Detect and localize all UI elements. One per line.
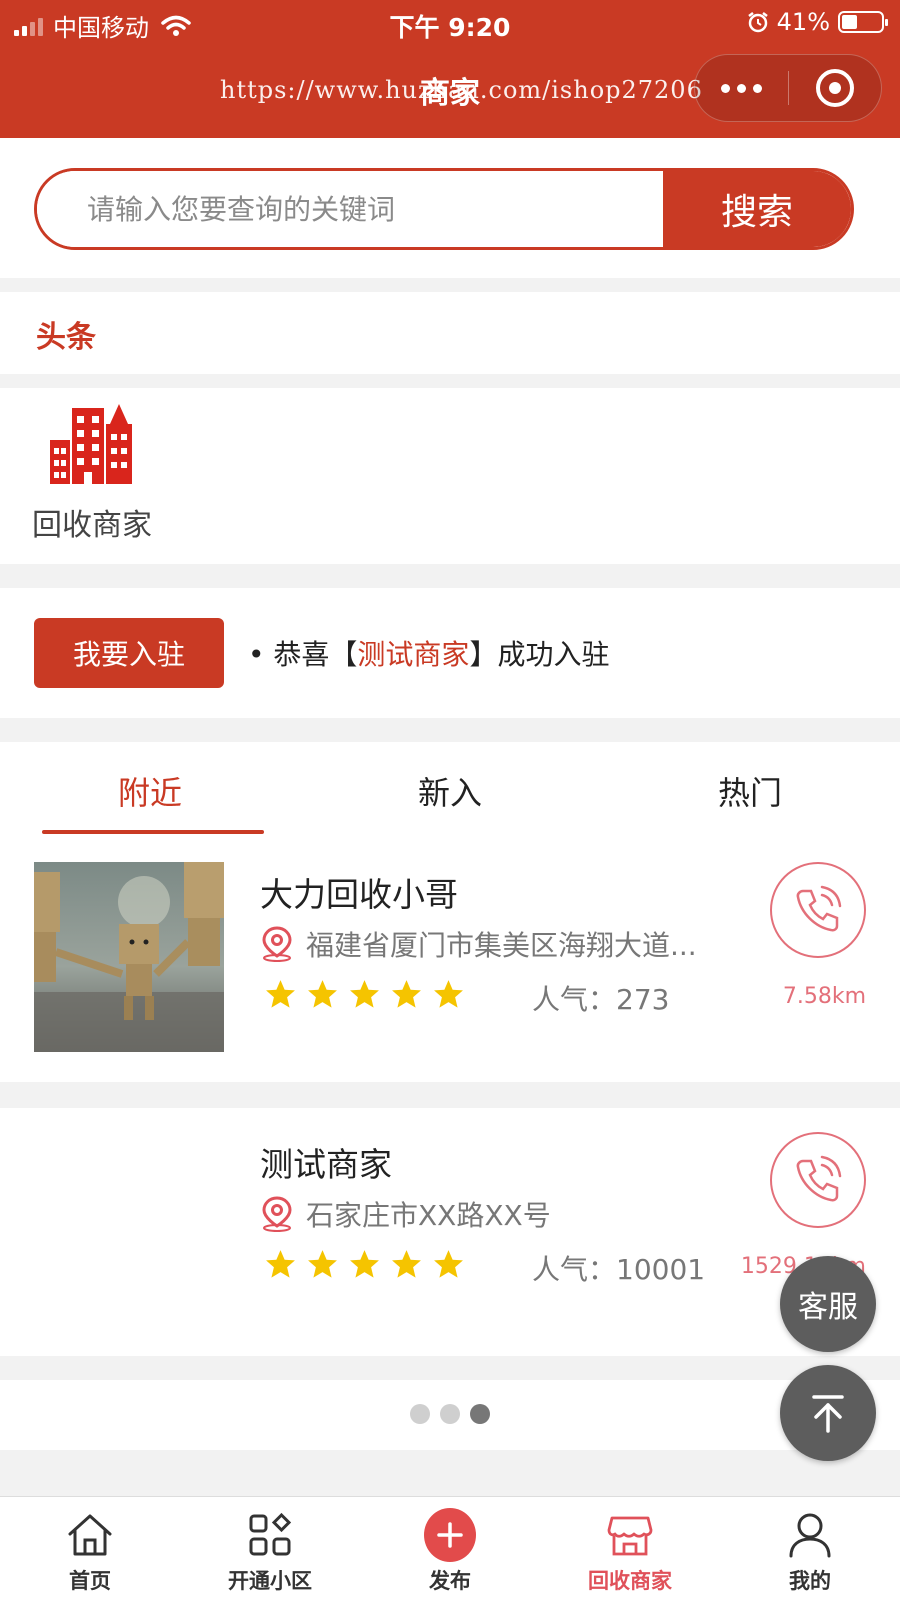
plus-circle-icon (424, 1508, 476, 1562)
merchant-address-row: 石家庄市XX路XX号 (260, 1194, 551, 1234)
merchant-distance: 7.58km (782, 984, 866, 1009)
watermark-text: https://www.huzhan.com/ishop27206 (220, 76, 703, 104)
more-dots-icon[interactable] (695, 83, 788, 93)
merchant-name: 大力回收小哥 (260, 875, 458, 914)
notice-suffix: 】成功入驻 (469, 638, 610, 671)
nav-publish[interactable]: 发布 (360, 1497, 540, 1600)
nav-label: 发布 (429, 1569, 471, 1593)
tab-new[interactable]: 新入 (300, 742, 600, 834)
buildings-icon (50, 404, 132, 484)
back-to-top-icon (812, 1395, 844, 1433)
nav-open-community[interactable]: 开通小区 (180, 1497, 360, 1600)
grid-apps-icon (249, 1512, 292, 1556)
search-box: 搜索 (34, 168, 854, 250)
alarm-icon (747, 12, 768, 33)
star-icon (434, 1250, 463, 1278)
nav-mine[interactable]: 我的 (720, 1497, 900, 1600)
target-circle-icon (815, 69, 854, 107)
bottom-nav: 首页 开通小区 发布 回收商家 我的 (0, 1496, 900, 1600)
star-icon (350, 1250, 379, 1278)
merchant-card[interactable]: 测试商家 石家庄市XX路XX号 人气：10001 1529.15km (0, 1108, 900, 1356)
category-label: 回收商家 (32, 508, 152, 543)
title-bar: 商家 https://www.huzhan.com/ishop27206 (0, 50, 900, 130)
merchant-address: 石家庄市XX路XX号 (306, 1199, 551, 1232)
star-icon (266, 980, 295, 1008)
top-bar: 中国移动 下午 9:20 41% 商家 https://www.huzhan.c… (0, 0, 900, 138)
user-icon (789, 1513, 831, 1558)
nav-label: 我的 (789, 1569, 831, 1593)
nav-label: 开通小区 (228, 1569, 312, 1593)
phone-icon (796, 885, 842, 932)
mini-program-capsule (694, 54, 882, 122)
call-button[interactable] (770, 862, 866, 958)
page-dot-active[interactable] (470, 1404, 490, 1424)
notice-merchant[interactable]: 测试商家 (357, 638, 469, 671)
star-icon (350, 980, 379, 1008)
nav-recycle-merchants[interactable]: 回收商家 (540, 1497, 720, 1600)
notice-text: • 恭喜【测试商家】成功入驻 (248, 633, 609, 673)
notice-prefix: • 恭喜【 (248, 638, 358, 671)
rating-stars (264, 978, 465, 1011)
pagination-dots (0, 1404, 900, 1424)
category-item-recycle-merchants[interactable]: 回收商家 (22, 398, 162, 544)
shop-icon (607, 1516, 653, 1556)
popularity-label: 人气： (532, 983, 617, 1016)
page-dot[interactable] (440, 1404, 460, 1424)
search-section: 搜索 (0, 138, 900, 278)
tab-nearby[interactable]: 附近 (0, 742, 300, 834)
merchant-address: 福建省厦门市集美区海翔大道... (306, 929, 697, 962)
status-bar: 中国移动 下午 9:20 41% (0, 0, 900, 46)
nav-label: 首页 (69, 1569, 111, 1593)
star-icon (308, 980, 337, 1008)
tab-hot[interactable]: 热门 (600, 742, 900, 834)
merchant-tabs: 附近 新入 热门 (0, 742, 900, 834)
merchant-popularity: 人气：10001 (532, 1248, 705, 1288)
location-pin-icon (262, 926, 292, 962)
popularity-label: 人气： (532, 1253, 617, 1286)
back-to-top-button[interactable] (780, 1365, 876, 1461)
popularity-value: 10001 (616, 1253, 706, 1286)
call-button[interactable] (770, 1132, 866, 1228)
headline-title: 头条 (36, 320, 96, 355)
star-icon (434, 980, 463, 1008)
battery-percent: 41% (776, 8, 830, 36)
nav-label: 回收商家 (588, 1569, 672, 1593)
notice-section: 我要入驻 • 恭喜【测试商家】成功入驻 (0, 588, 900, 718)
merchant-popularity: 人气：273 (532, 978, 669, 1018)
nav-home[interactable]: 首页 (0, 1497, 180, 1600)
close-button[interactable] (789, 69, 882, 107)
location-pin-icon (262, 1196, 292, 1232)
headline-section: 头条 (0, 292, 900, 374)
phone-icon (796, 1155, 842, 1202)
merchant-name: 测试商家 (260, 1145, 392, 1184)
merchant-address-row: 福建省厦门市集美区海翔大道... (260, 924, 697, 964)
search-input[interactable] (37, 171, 663, 247)
rating-stars (264, 1248, 465, 1281)
page-dot[interactable] (410, 1404, 430, 1424)
category-section: 回收商家 (0, 388, 900, 564)
home-icon (68, 1514, 112, 1556)
star-icon (266, 1250, 295, 1278)
join-button[interactable]: 我要入驻 (34, 618, 224, 688)
merchant-image (34, 862, 224, 1052)
star-icon (308, 1250, 337, 1278)
battery-icon (838, 11, 888, 33)
pager-section (0, 1380, 900, 1450)
customer-service-button[interactable]: 客服 (780, 1256, 876, 1352)
popularity-value: 273 (616, 983, 670, 1016)
star-icon (392, 1250, 421, 1278)
star-icon (392, 980, 421, 1008)
search-button[interactable]: 搜索 (663, 171, 851, 247)
merchant-card[interactable]: 大力回收小哥 福建省厦门市集美区海翔大道... 人气：273 7.58km (0, 834, 900, 1082)
